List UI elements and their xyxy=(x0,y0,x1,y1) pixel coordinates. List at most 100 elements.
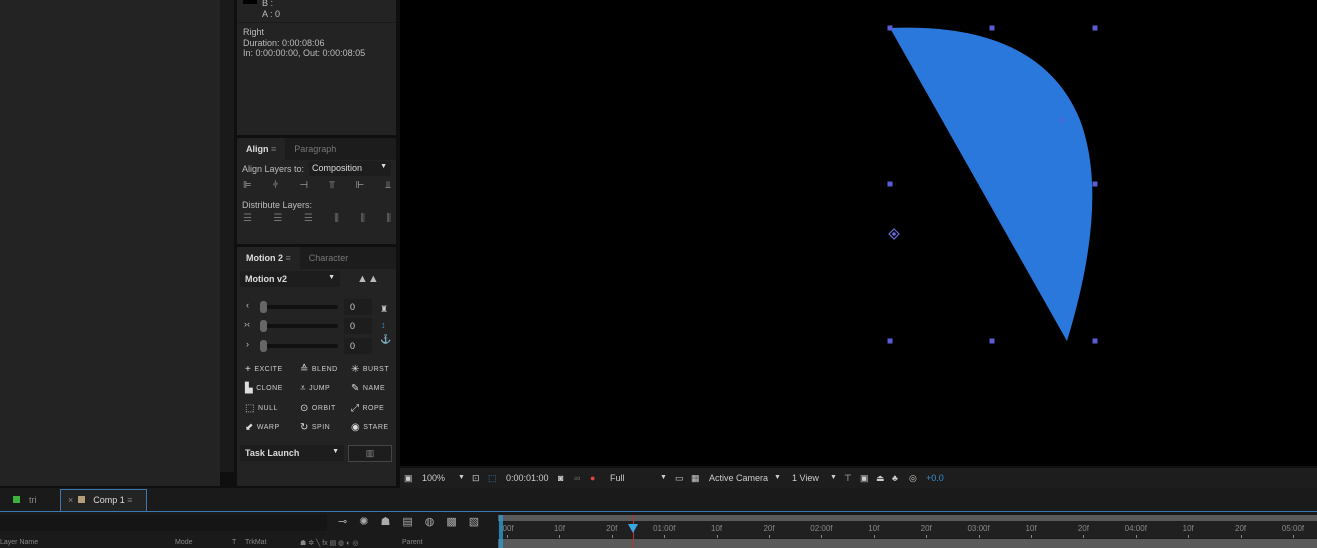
work-area-start-handle[interactable] xyxy=(499,515,503,548)
zoom-dropdown[interactable]: 100% xyxy=(422,468,445,488)
transparency-grid-icon[interactable]: ▦ xyxy=(691,468,700,488)
spin-button[interactable]: ↻ SPIN xyxy=(300,422,330,433)
graph-editor-icon[interactable]: ▧ xyxy=(469,515,479,528)
rocket-icon[interactable]: ♜ xyxy=(380,304,388,315)
tab-comp-1[interactable]: × Comp 1 ≡ xyxy=(60,489,147,512)
null-button[interactable]: ⬚ NULL xyxy=(245,403,278,414)
chevron-down-icon[interactable]: ▼ xyxy=(458,468,465,488)
slider-knob[interactable] xyxy=(260,340,267,352)
ease-in-value[interactable]: 0 xyxy=(344,299,372,315)
transform-handle[interactable] xyxy=(887,338,893,344)
mountains-icon[interactable]: ▲▲ xyxy=(357,273,379,285)
chevron-down-icon[interactable]: ▼ xyxy=(660,468,667,488)
transform-handle[interactable] xyxy=(1092,25,1098,31)
align-vcenter-icon[interactable]: ⊩ xyxy=(356,180,365,191)
preset-dropdown[interactable]: Motion v2 ▼ xyxy=(240,271,340,287)
motion-blur-icon[interactable]: ◍ xyxy=(425,515,435,528)
ease-in-slider[interactable] xyxy=(260,301,338,313)
blue-semicircle-shape[interactable] xyxy=(890,27,1093,342)
jump-button[interactable]: ⩡ JUMP xyxy=(300,383,330,394)
chevron-down-icon[interactable]: ▼ xyxy=(830,468,837,488)
align-top-icon[interactable]: ⫪ xyxy=(329,180,335,191)
align-right-icon[interactable]: ⊣ xyxy=(299,180,308,191)
tab-align[interactable]: Align ≡ xyxy=(237,138,286,160)
col-switches[interactable]: ☗ ✲ ╲ fx ▤ ◍ ◐ ◎ xyxy=(300,539,358,547)
col-trkmat[interactable]: TrkMat xyxy=(245,539,267,546)
tab-character[interactable]: Character xyxy=(300,247,358,269)
slider-knob[interactable] xyxy=(260,320,267,332)
trash-button[interactable]: ▥ xyxy=(348,445,392,462)
safe-zones-icon[interactable]: ⊡ xyxy=(472,468,480,488)
warp-button[interactable]: ⬋ WARP xyxy=(245,422,280,433)
flowchart-icon[interactable]: ♣ xyxy=(892,468,898,488)
slider-knob[interactable] xyxy=(260,301,267,313)
toggle-pixel-icon[interactable]: ⊤ xyxy=(844,468,852,488)
timeline-icon[interactable]: ⏏ xyxy=(876,468,885,488)
transform-handle[interactable] xyxy=(887,181,893,187)
camera-dropdown[interactable]: Active Camera xyxy=(709,468,768,488)
composition-viewer[interactable] xyxy=(400,0,1317,466)
distribute-hcenter-icon[interactable]: ⫼ xyxy=(360,213,365,224)
exposure-value[interactable]: +0.0 xyxy=(926,468,944,488)
col-parent[interactable]: Parent xyxy=(402,539,423,546)
layer-track[interactable] xyxy=(498,539,1317,548)
chevron-down-icon[interactable]: ▼ xyxy=(774,468,781,488)
transform-handle[interactable] xyxy=(989,25,995,31)
snapshot-icon[interactable]: ◙ xyxy=(558,468,563,488)
col-layer-name[interactable]: Layer Name xyxy=(0,539,38,546)
region-icon[interactable]: ▣ xyxy=(404,468,413,488)
time-ruler[interactable]: :00f 10f 20f 01:00f 10f 20f 02:00f 10f 20f 03:00f… xyxy=(498,521,1317,538)
distribute-bottom-icon[interactable]: ☰ xyxy=(304,213,313,224)
tab-paragraph[interactable]: Paragraph xyxy=(285,138,345,160)
fast-preview-icon[interactable]: ▣ xyxy=(860,468,869,488)
align-bottom-icon[interactable]: ⫫ xyxy=(385,180,391,191)
ease-out-slider[interactable] xyxy=(260,340,338,352)
roi-icon[interactable]: ▭ xyxy=(675,468,684,488)
blend-button[interactable]: ≙ BLEND xyxy=(300,364,338,375)
ease-both-slider[interactable] xyxy=(260,320,338,332)
transform-handle[interactable] xyxy=(1092,181,1098,187)
clone-button[interactable]: ▙ CLONE xyxy=(245,383,283,394)
link-icon[interactable]: ↕ xyxy=(381,320,386,330)
transform-handle[interactable] xyxy=(1060,118,1064,122)
distribute-top-icon[interactable]: ☰ xyxy=(243,213,252,224)
col-t[interactable]: T xyxy=(232,539,236,546)
exposure-icon[interactable]: ◎ xyxy=(909,468,917,488)
transform-handle[interactable] xyxy=(1092,338,1098,344)
task-dropdown[interactable]: Task Launch ▼ xyxy=(240,445,344,461)
col-mode[interactable]: Mode xyxy=(175,539,193,546)
frame-blending-icon[interactable]: ▤ xyxy=(402,515,412,528)
excite-button[interactable]: + EXCITE xyxy=(245,364,283,375)
name-button[interactable]: ✎ NAME xyxy=(351,383,385,394)
align-hcenter-icon[interactable]: ⫩ xyxy=(273,180,279,191)
burst-button[interactable]: ✳ BURST xyxy=(351,364,389,375)
tab-tri[interactable]: tri xyxy=(0,490,58,510)
playhead-marker[interactable] xyxy=(627,524,638,533)
ease-both-value[interactable]: 0 xyxy=(344,318,372,334)
close-icon[interactable]: × xyxy=(68,495,73,505)
menu-icon[interactable]: ≡ xyxy=(127,495,132,505)
anchor-icon[interactable]: ⚓ xyxy=(380,334,391,345)
show-snapshot-icon[interactable]: ∞ xyxy=(574,468,580,488)
distribute-left-icon[interactable]: ⫼ xyxy=(334,213,339,224)
tab-motion[interactable]: Motion 2 ≡ xyxy=(237,247,300,269)
shy-icon[interactable]: ☗ xyxy=(380,515,390,528)
composition-flowchart-icon[interactable]: ⊸ xyxy=(338,515,347,528)
orbit-button[interactable]: ⊙ ORBIT xyxy=(300,403,336,414)
rope-button[interactable]: ⤢ ROPE xyxy=(351,403,384,414)
resolution-dropdown[interactable]: Full xyxy=(610,468,625,488)
align-left-icon[interactable]: ⊫ xyxy=(243,180,252,191)
panel-scrollbar[interactable] xyxy=(220,0,234,472)
shape-layer[interactable] xyxy=(400,0,1317,466)
anchor-point-icon[interactable] xyxy=(888,228,900,240)
transform-handle[interactable] xyxy=(989,338,995,344)
align-to-dropdown[interactable]: Composition ▼ xyxy=(309,161,391,176)
views-dropdown[interactable]: 1 View xyxy=(792,468,819,488)
brainstorm-icon[interactable]: ▩ xyxy=(446,515,456,528)
current-time[interactable]: 0:00:01:00 xyxy=(506,468,549,488)
distribute-vcenter-icon[interactable]: ☰ xyxy=(273,213,282,224)
ease-out-value[interactable]: 0 xyxy=(344,338,372,354)
transform-handle[interactable] xyxy=(887,25,893,31)
distribute-right-icon[interactable]: ⫼ xyxy=(386,213,391,224)
stare-button[interactable]: ◉ STARE xyxy=(351,422,389,433)
